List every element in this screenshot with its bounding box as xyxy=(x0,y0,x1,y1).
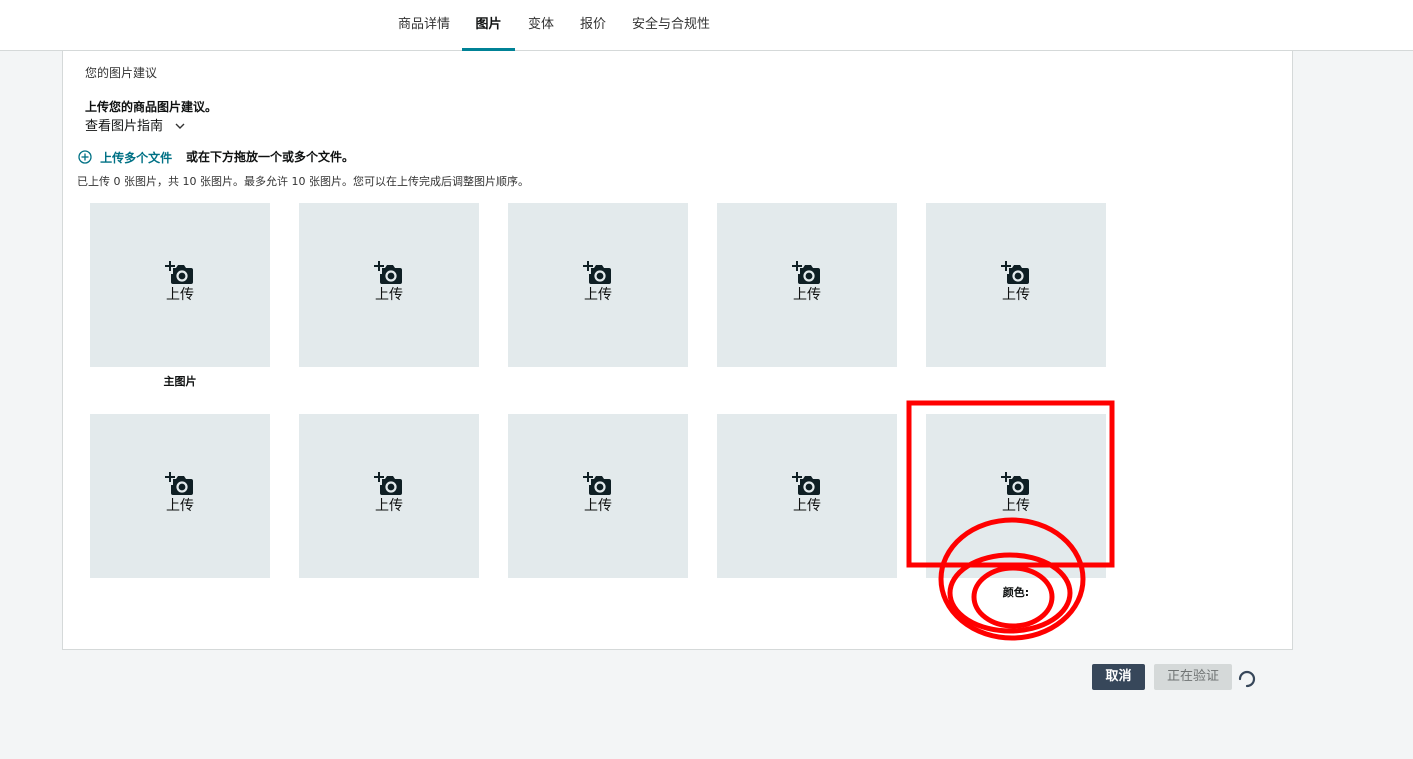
tab-variations[interactable]: 变体 xyxy=(528,0,554,50)
add-camera-icon xyxy=(1001,261,1029,284)
image-upload-slot-2[interactable]: 上传 xyxy=(299,203,479,367)
upload-suggestion-text: 上传您的商品图片建议。 xyxy=(85,100,218,114)
loading-spinner-icon xyxy=(1238,670,1256,688)
drag-drop-hint: 或在下方拖放一个或多个文件。 xyxy=(186,150,355,164)
guide-link-label: 查看图片指南 xyxy=(85,119,164,134)
main-image-caption: 主图片 xyxy=(163,375,197,388)
image-upload-slot-9[interactable]: 上传 xyxy=(717,414,897,578)
upload-label: 上传 xyxy=(166,287,194,303)
upload-multiple-label: 上传多个文件 xyxy=(100,151,173,165)
upload-label: 上传 xyxy=(584,287,612,303)
cancel-button[interactable]: 取消 xyxy=(1092,664,1145,690)
add-camera-icon xyxy=(792,472,820,495)
tab-safety-compliance[interactable]: 安全与合规性 xyxy=(632,0,710,50)
upload-label: 上传 xyxy=(1002,287,1030,303)
add-camera-icon xyxy=(583,261,611,284)
add-camera-icon xyxy=(165,472,193,495)
upload-label: 上传 xyxy=(793,287,821,303)
tab-product-details[interactable]: 商品详情 xyxy=(398,0,450,50)
image-upload-slot-1[interactable]: 上传 xyxy=(90,203,270,367)
upload-multiple-button[interactable]: 上传多个文件 xyxy=(78,147,172,166)
upload-label: 上传 xyxy=(584,498,612,514)
tab-images[interactable]: 图片 xyxy=(462,0,515,51)
chevron-down-icon xyxy=(175,123,185,129)
add-camera-icon xyxy=(1001,472,1029,495)
image-upload-slot-8[interactable]: 上传 xyxy=(508,414,688,578)
image-upload-slot-10[interactable]: 上传 xyxy=(926,414,1106,578)
upload-label: 上传 xyxy=(375,498,403,514)
upload-label: 上传 xyxy=(375,287,403,303)
upload-label: 上传 xyxy=(793,498,821,514)
plus-circle-icon xyxy=(78,150,92,164)
upload-status-text: 已上传 0 张图片，共 10 张图片。最多允许 10 张图片。您可以在上传完成后… xyxy=(77,175,529,188)
image-guide-link[interactable]: 查看图片指南 xyxy=(85,115,185,134)
image-upload-slot-6[interactable]: 上传 xyxy=(90,414,270,578)
verifying-button: 正在验证 xyxy=(1154,664,1232,690)
color-caption: 颜色: xyxy=(1002,586,1030,599)
image-upload-slot-4[interactable]: 上传 xyxy=(717,203,897,367)
add-camera-icon xyxy=(583,472,611,495)
top-tab-bar: 商品详情 图片 变体 报价 安全与合规性 xyxy=(0,0,1413,51)
tab-offer[interactable]: 报价 xyxy=(580,0,606,50)
upload-label: 上传 xyxy=(1002,498,1030,514)
add-camera-icon xyxy=(165,261,193,284)
add-camera-icon xyxy=(374,472,402,495)
upload-label: 上传 xyxy=(166,498,194,514)
suggestions-title: 您的图片建议 xyxy=(85,66,158,80)
add-camera-icon xyxy=(792,261,820,284)
image-upload-slot-3[interactable]: 上传 xyxy=(508,203,688,367)
image-upload-slot-7[interactable]: 上传 xyxy=(299,414,479,578)
image-upload-slot-5[interactable]: 上传 xyxy=(926,203,1106,367)
add-camera-icon xyxy=(374,261,402,284)
